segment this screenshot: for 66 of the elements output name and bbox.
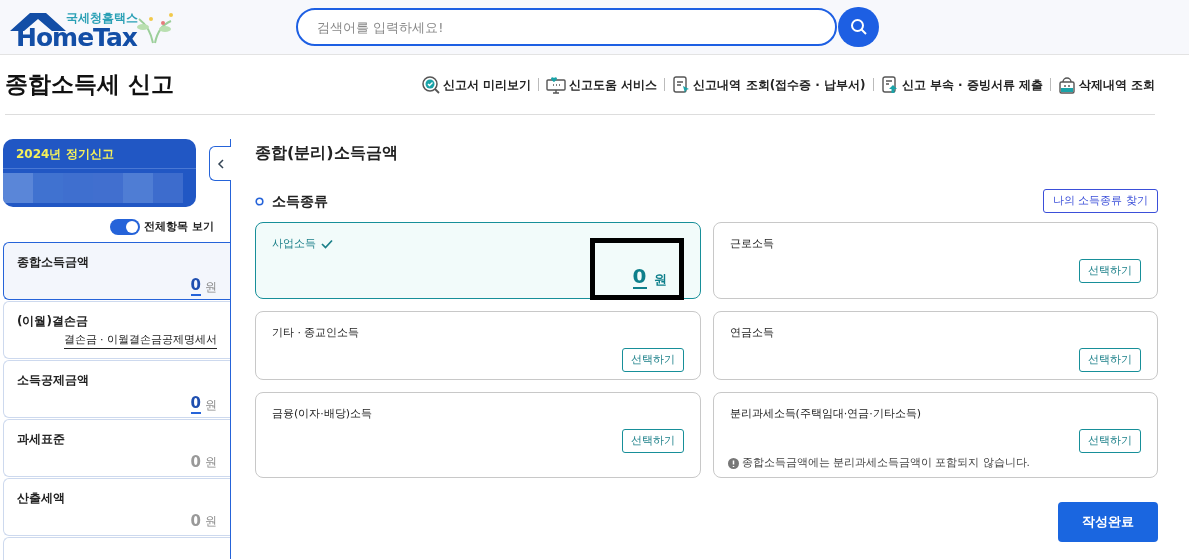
income-type-label: 근로소득 xyxy=(729,236,774,252)
income-type-card[interactable]: 기타 · 종교인소득 선택하기 xyxy=(255,311,701,380)
income-type-card[interactable]: 금융(이자·배당)소득 선택하기 xyxy=(255,392,701,478)
search-button[interactable] xyxy=(838,7,879,47)
ring-bullet-icon xyxy=(255,196,264,206)
income-type-label: 기타 · 종교인소득 xyxy=(272,325,360,341)
note-text: 종합소득금액에는 분리과세소득금액이 포함되지 않습니다. xyxy=(741,455,1030,471)
page-title: 종합소득세 신고 xyxy=(5,70,174,100)
section-heading: 종합(분리)소득금액 xyxy=(255,142,399,164)
filing-badge: 2024년 정기신고 xyxy=(3,139,196,169)
toolbar-link[interactable]: 신고서 미리보기 xyxy=(422,75,532,94)
complete-button[interactable]: 작성완료 xyxy=(1058,502,1158,542)
toggle-label: 전체항목 보기 xyxy=(144,219,214,235)
toolbar-link[interactable]: 신고 부속 · 증빙서류 제출 xyxy=(880,75,1043,94)
select-button[interactable]: 선택하기 xyxy=(621,348,684,372)
sidebar-item-label: 종합소득금액 xyxy=(17,253,90,271)
amount-unit: 원 xyxy=(205,512,217,530)
check-icon xyxy=(321,239,333,250)
income-type-card[interactable]: 근로소득 선택하기 xyxy=(712,222,1158,299)
amount-unit: 원 xyxy=(205,453,217,471)
income-type-card[interactable]: 분리과세소득(주택임대·연금·기타소득) 선택하기 종합소득금액에는 분리과세소득금액이 포함되지 않습니다. xyxy=(712,392,1158,478)
collapse-button[interactable] xyxy=(209,146,231,181)
amount-value[interactable]: 0 xyxy=(190,275,201,296)
sidebar-item[interactable]: 소득공제금액 0 원 xyxy=(3,359,230,418)
select-button[interactable]: 선택하기 xyxy=(621,429,684,453)
income-type-label: 사업소득 xyxy=(272,236,316,252)
basket-icon xyxy=(1057,75,1076,94)
amount-unit: 원 xyxy=(205,396,217,414)
search-icon xyxy=(849,18,868,36)
chevron-left-icon xyxy=(216,158,225,169)
sidebar-item[interactable]: (이월)결손금 결손금 · 이월결손금공제명세서 xyxy=(3,300,230,359)
sidebar-item[interactable]: 과세표준 0 원 xyxy=(3,418,230,477)
amount-value: 0 xyxy=(190,511,201,530)
toolbar-link[interactable]: 신고도움 서비스 xyxy=(546,75,658,94)
document-cursor-icon xyxy=(672,75,691,94)
statement-link[interactable]: 결손금 · 이월결손금공제명세서 xyxy=(63,331,217,349)
magnifier-check-icon xyxy=(422,75,441,94)
toolbar-link[interactable]: 신고내역 조회(접수증 · 납부서) xyxy=(672,75,866,94)
select-button[interactable]: 선택하기 xyxy=(1079,259,1141,283)
logo-wordmark[interactable]: HomeTax xyxy=(16,25,137,51)
toolbar-link[interactable]: 삭제내역 조회 xyxy=(1057,75,1155,94)
document-upload-icon xyxy=(880,75,899,94)
amount-unit: 원 xyxy=(205,278,217,296)
amount-unit: 원 xyxy=(653,270,667,289)
amount-value: 0 xyxy=(190,452,201,471)
warning-icon xyxy=(727,457,739,469)
income-type-card[interactable]: 연금소득 선택하기 xyxy=(712,311,1158,380)
sidebar-item[interactable]: 종합소득금액 0 원 xyxy=(3,241,230,300)
search-field[interactable]: 검색어를 입력하세요! xyxy=(296,8,837,46)
select-button[interactable]: 선택하기 xyxy=(1079,348,1141,372)
sidebar-item-label: 소득공제금액 xyxy=(17,371,90,389)
income-type-label: 금융(이자·배당)소득 xyxy=(272,406,373,422)
income-type-label: 연금소득 xyxy=(729,325,774,341)
income-type-card[interactable]: 사업소득 0 원 xyxy=(255,222,701,299)
income-type-label: 분리과세소득(주택임대·연금·기타소득) xyxy=(729,406,922,422)
sidebar-item-label: (이월)결손금 xyxy=(17,312,89,330)
sidebar-item-label: 산출세액 xyxy=(17,489,66,507)
amount-value[interactable]: 0 xyxy=(632,265,647,289)
select-button[interactable]: 선택하기 xyxy=(1079,429,1141,453)
amount-value[interactable]: 0 xyxy=(190,393,201,414)
logo-caption: 국세청홈택스 xyxy=(66,11,138,25)
subsection-title: 소득종류 xyxy=(272,191,328,211)
toggle-switch[interactable] xyxy=(110,219,141,236)
sidebar-item[interactable]: 산출세액 0 원 xyxy=(3,477,230,536)
sidebar-item-label: 과세표준 xyxy=(17,430,66,448)
find-income-type-button[interactable]: 나의 소득종류 찾기 xyxy=(1043,189,1158,213)
